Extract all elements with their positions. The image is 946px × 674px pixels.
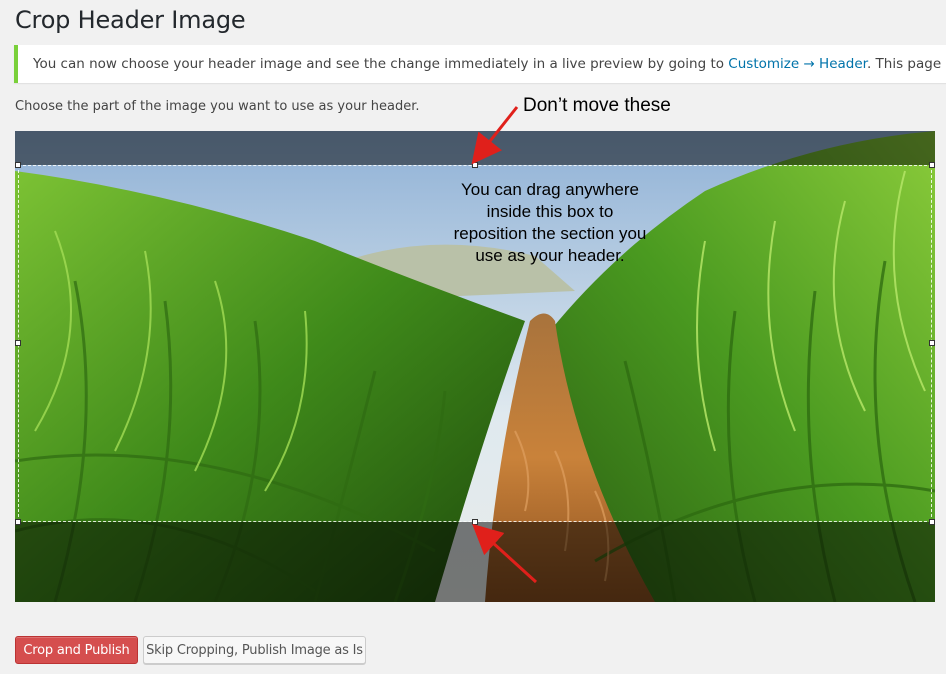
crop-handle-bottom-left[interactable] [15, 519, 21, 525]
crop-handle-middle-left[interactable] [15, 340, 21, 346]
crop-instructions: Choose the part of the image you want to… [15, 99, 420, 114]
crop-handle-bottom-right[interactable] [929, 519, 935, 525]
crop-and-publish-button[interactable]: Crop and Publish [15, 636, 138, 664]
crop-handle-bottom-center[interactable] [472, 519, 478, 525]
skip-cropping-button[interactable]: Skip Cropping, Publish Image as Is [143, 636, 366, 664]
crop-handle-top-right[interactable] [929, 162, 935, 168]
notice-text-before: You can now choose your header image and… [33, 56, 729, 72]
annotation-drag-hint-line: inside this box to [486, 202, 614, 221]
update-notice: You can now choose your header image and… [14, 45, 946, 83]
crop-handle-middle-right[interactable] [929, 340, 935, 346]
notice-text-after: . This page will automatically re [866, 56, 946, 72]
annotation-drag-hint-line: reposition the section you [453, 224, 647, 243]
crop-mask-top [15, 131, 935, 165]
annotation-drag-hint-line: use as your header. [475, 246, 625, 265]
annotation-drag-hint: You can drag anywhere inside this box to… [430, 179, 670, 267]
annotation-dont-move: Don’t move these [523, 95, 671, 116]
crop-handle-top-center[interactable] [472, 162, 478, 168]
customize-header-link[interactable]: Customize → Header [728, 56, 867, 72]
crop-mask-bottom [15, 522, 935, 602]
annotation-drag-hint-line: You can drag anywhere [460, 180, 639, 199]
page-title: Crop Header Image [15, 6, 246, 34]
header-image-crop-area[interactable]: You can drag anywhere inside this box to… [15, 131, 935, 602]
crop-handle-top-left[interactable] [15, 162, 21, 168]
notice-text: You can now choose your header image and… [33, 56, 946, 72]
